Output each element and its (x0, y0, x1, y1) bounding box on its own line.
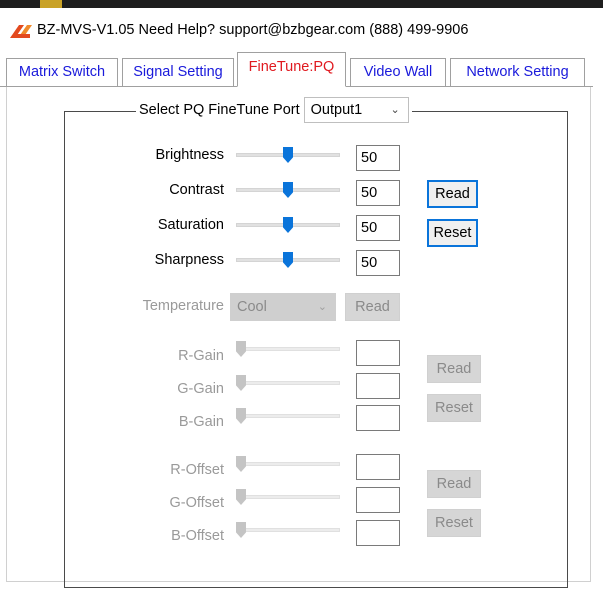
slider-thumb[interactable] (236, 456, 246, 472)
slider-thumb[interactable] (283, 217, 293, 233)
brightness-slider[interactable] (236, 147, 340, 163)
slider-thumb[interactable] (236, 408, 246, 424)
g-offset-value[interactable] (356, 487, 400, 513)
port-select[interactable]: Output1 ⌄ (303, 97, 409, 123)
window-top-strip (0, 0, 603, 8)
tab-signal-setting[interactable]: Signal Setting (122, 58, 234, 86)
r-gain-slider[interactable] (236, 341, 340, 357)
contrast-slider[interactable] (236, 182, 340, 198)
port-select-value: Output1 (310, 102, 363, 118)
temperature-select[interactable]: Cool ⌄ (230, 293, 336, 321)
title-bar: BZ-MVS-V1.05 Need Help? support@bzbgear.… (0, 8, 603, 48)
slider-thumb[interactable] (283, 147, 293, 163)
r-gain-label: R-Gain (178, 348, 224, 364)
port-selector-label: Select PQ FineTune Port (139, 102, 300, 118)
slider-thumb[interactable] (283, 182, 293, 198)
offset-reset-button[interactable]: Reset (427, 509, 481, 537)
slider-thumb[interactable] (236, 489, 246, 505)
slider-thumb[interactable] (236, 341, 246, 357)
saturation-value[interactable]: 50 (356, 215, 400, 241)
tab-bar: Matrix Switch Signal Setting FineTune:PQ… (0, 52, 603, 87)
b-offset-slider[interactable] (236, 522, 340, 538)
b-gain-slider[interactable] (236, 408, 340, 424)
temperature-select-value: Cool (237, 299, 267, 315)
brightness-value[interactable]: 50 (356, 145, 400, 171)
chevron-down-icon: ⌄ (317, 301, 327, 313)
taskbar-accent (40, 0, 62, 8)
b-offset-label: B-Offset (171, 528, 224, 544)
brightness-label: Brightness (155, 147, 224, 163)
g-offset-label: G-Offset (169, 495, 224, 511)
sharpness-label: Sharpness (154, 252, 224, 268)
g-offset-slider[interactable] (236, 489, 340, 505)
b-offset-value[interactable] (356, 520, 400, 546)
temperature-read-button[interactable]: Read (345, 293, 400, 321)
contrast-value[interactable]: 50 (356, 180, 400, 206)
tab-finetune-pq[interactable]: FineTune:PQ (237, 52, 346, 87)
r-offset-slider[interactable] (236, 456, 340, 472)
bzbgear-logo-icon (10, 25, 32, 38)
sharpness-slider[interactable] (236, 252, 340, 268)
sharpness-value[interactable]: 50 (356, 250, 400, 276)
pq-read-button[interactable]: Read (427, 180, 478, 208)
temperature-label: Temperature (142, 298, 224, 314)
window-title: BZ-MVS-V1.05 Need Help? support@bzbgear.… (37, 22, 469, 38)
slider-thumb[interactable] (283, 252, 293, 268)
slider-thumb[interactable] (236, 522, 246, 538)
b-gain-value[interactable] (356, 405, 400, 431)
offset-read-button[interactable]: Read (427, 470, 481, 498)
b-gain-label: B-Gain (178, 414, 224, 430)
saturation-label: Saturation (157, 217, 224, 233)
g-gain-label: G-Gain (177, 381, 224, 397)
slider-thumb[interactable] (236, 375, 246, 391)
r-offset-label: R-Offset (170, 462, 224, 478)
tab-network-setting[interactable]: Network Setting (450, 58, 585, 86)
g-gain-slider[interactable] (236, 375, 340, 391)
tab-video-wall[interactable]: Video Wall (350, 58, 446, 86)
r-gain-value[interactable] (356, 340, 400, 366)
saturation-slider[interactable] (236, 217, 340, 233)
chevron-down-icon: ⌄ (390, 104, 400, 116)
pq-reset-button[interactable]: Reset (427, 219, 478, 247)
gain-reset-button[interactable]: Reset (427, 394, 481, 422)
tab-matrix-switch[interactable]: Matrix Switch (6, 58, 118, 86)
contrast-label: Contrast (169, 182, 224, 198)
g-gain-value[interactable] (356, 373, 400, 399)
r-offset-value[interactable] (356, 454, 400, 480)
port-selector-legend: Select PQ FineTune Port Output1 ⌄ (136, 97, 412, 123)
gain-read-button[interactable]: Read (427, 355, 481, 383)
